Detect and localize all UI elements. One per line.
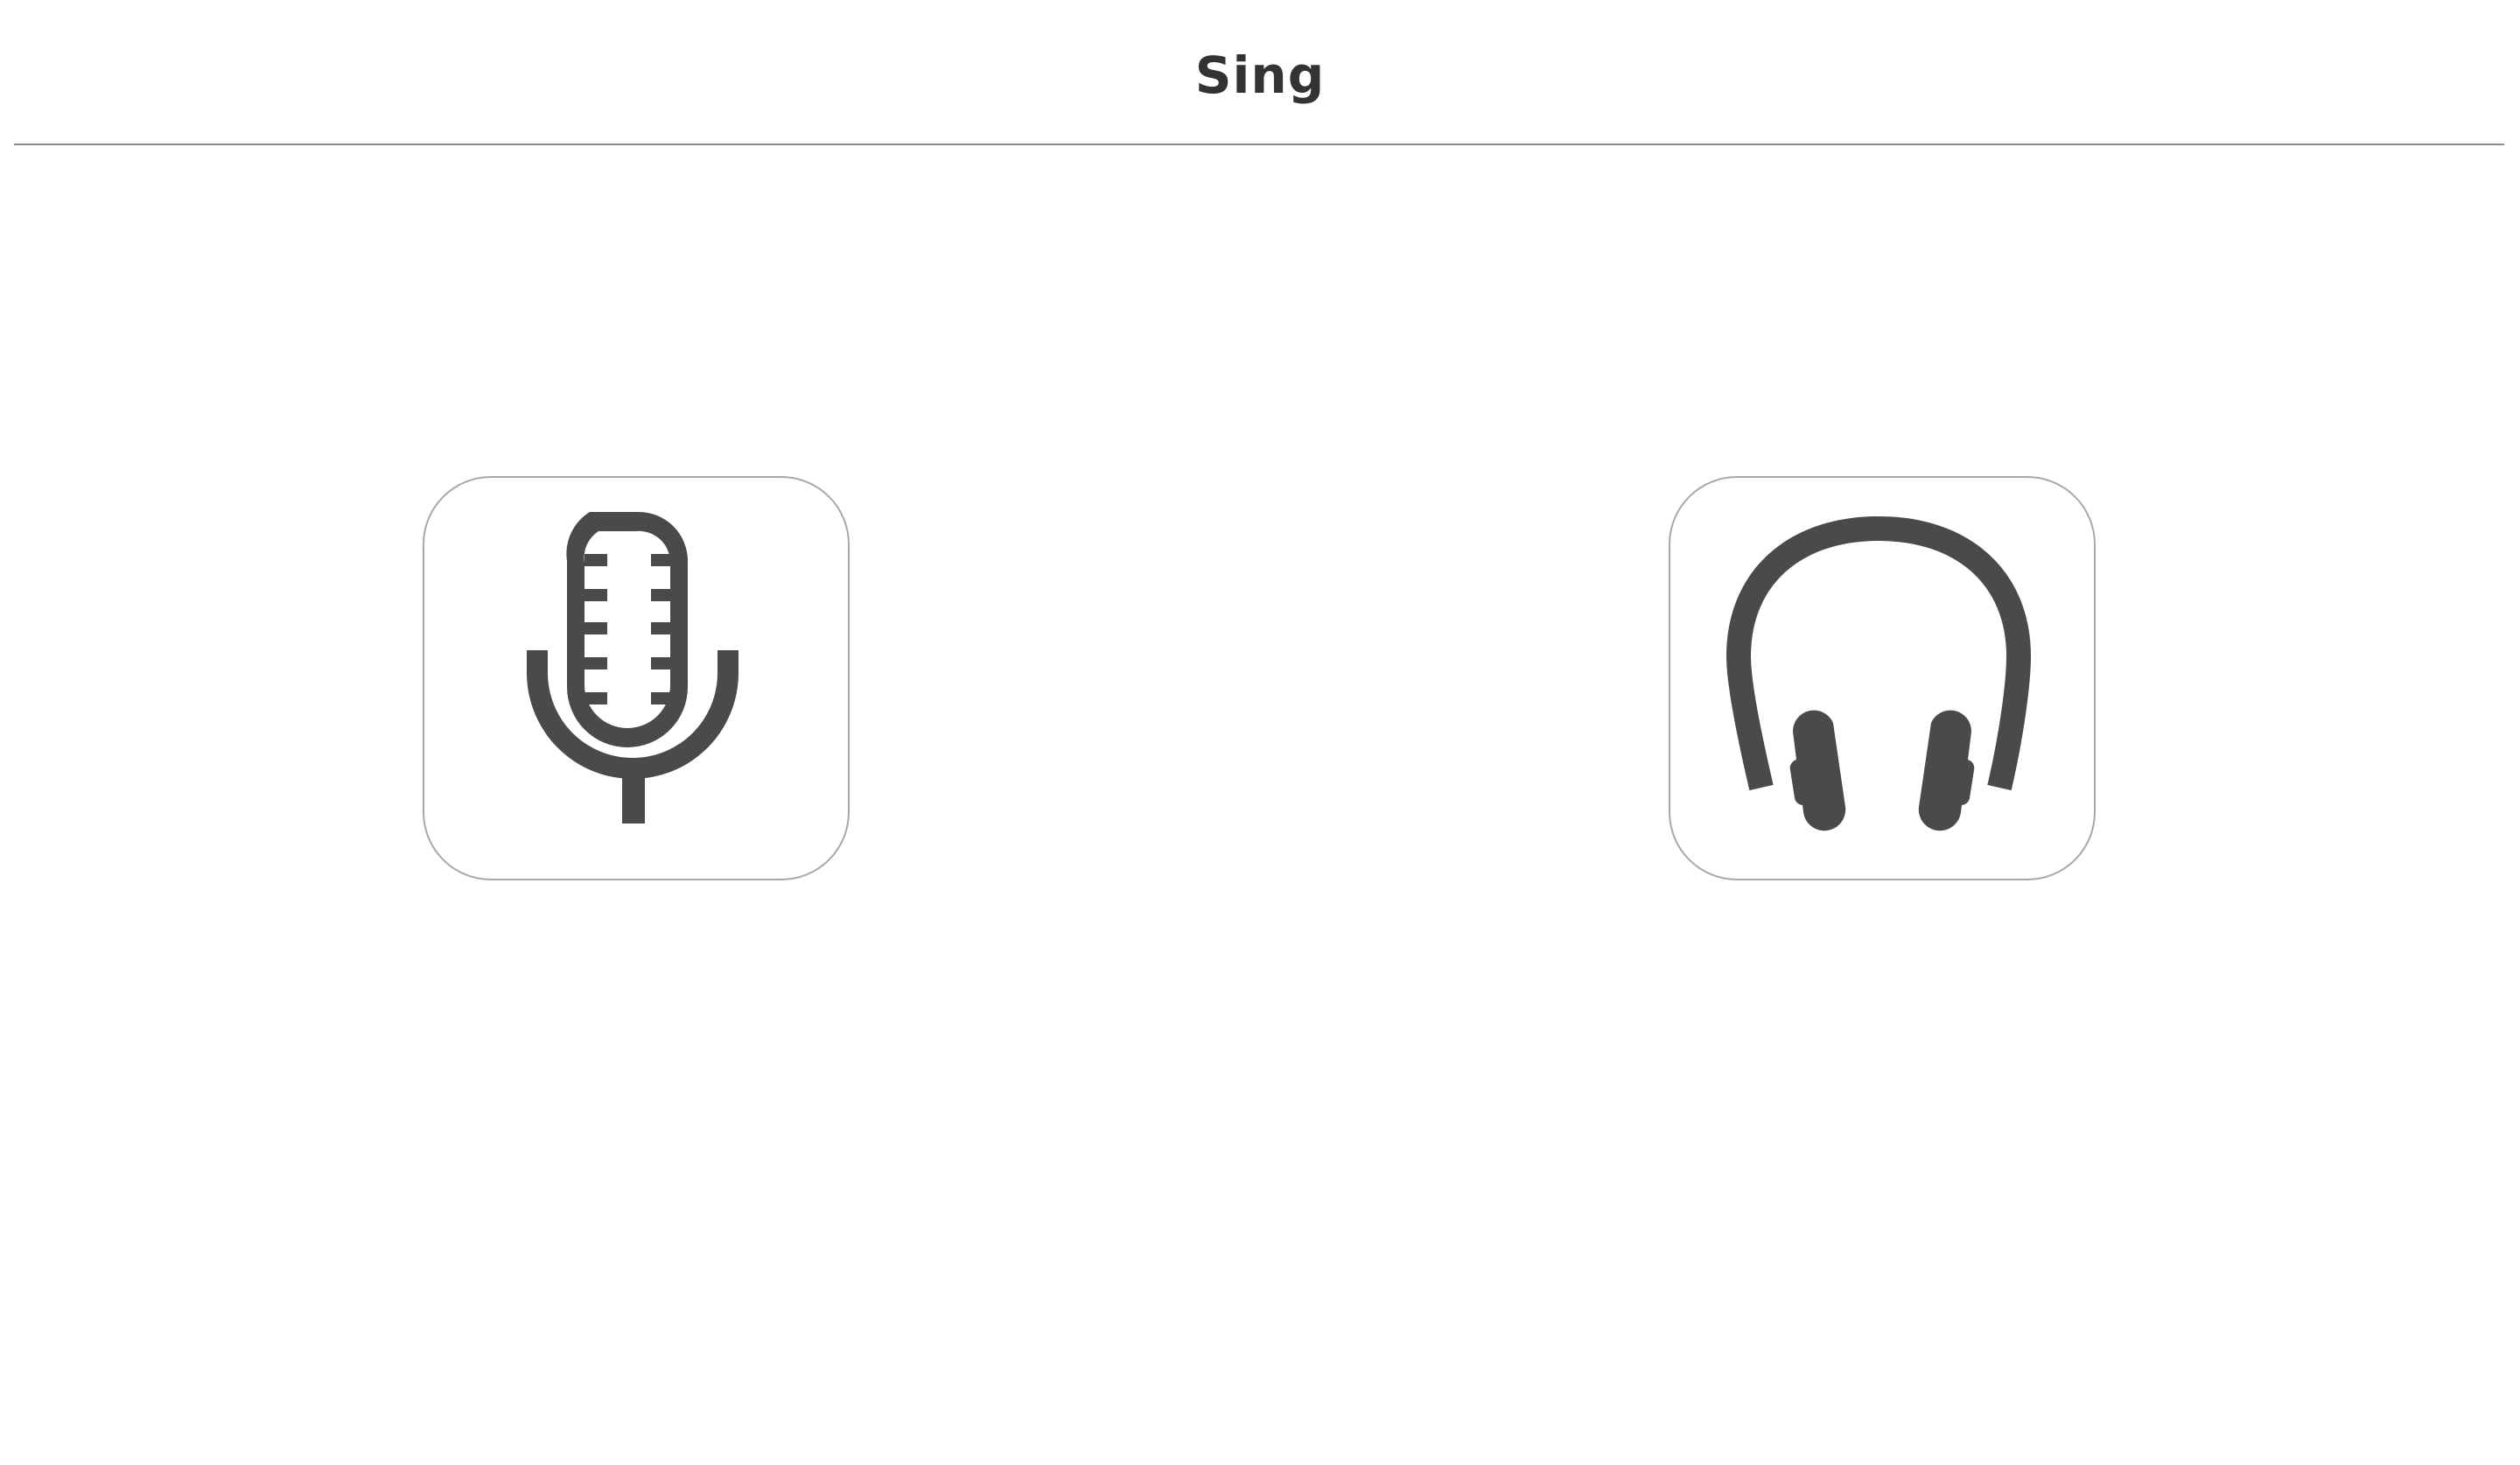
app-screen: Sing — [0, 0, 2520, 1465]
header-divider — [14, 144, 2504, 145]
headphones-button[interactable] — [1669, 476, 2096, 880]
microphone-icon — [527, 512, 738, 824]
headphones-icon — [1726, 516, 2031, 831]
microphone-button[interactable] — [423, 476, 850, 880]
header: Sing — [0, 0, 2520, 145]
page-title: Sing — [1194, 46, 1326, 105]
